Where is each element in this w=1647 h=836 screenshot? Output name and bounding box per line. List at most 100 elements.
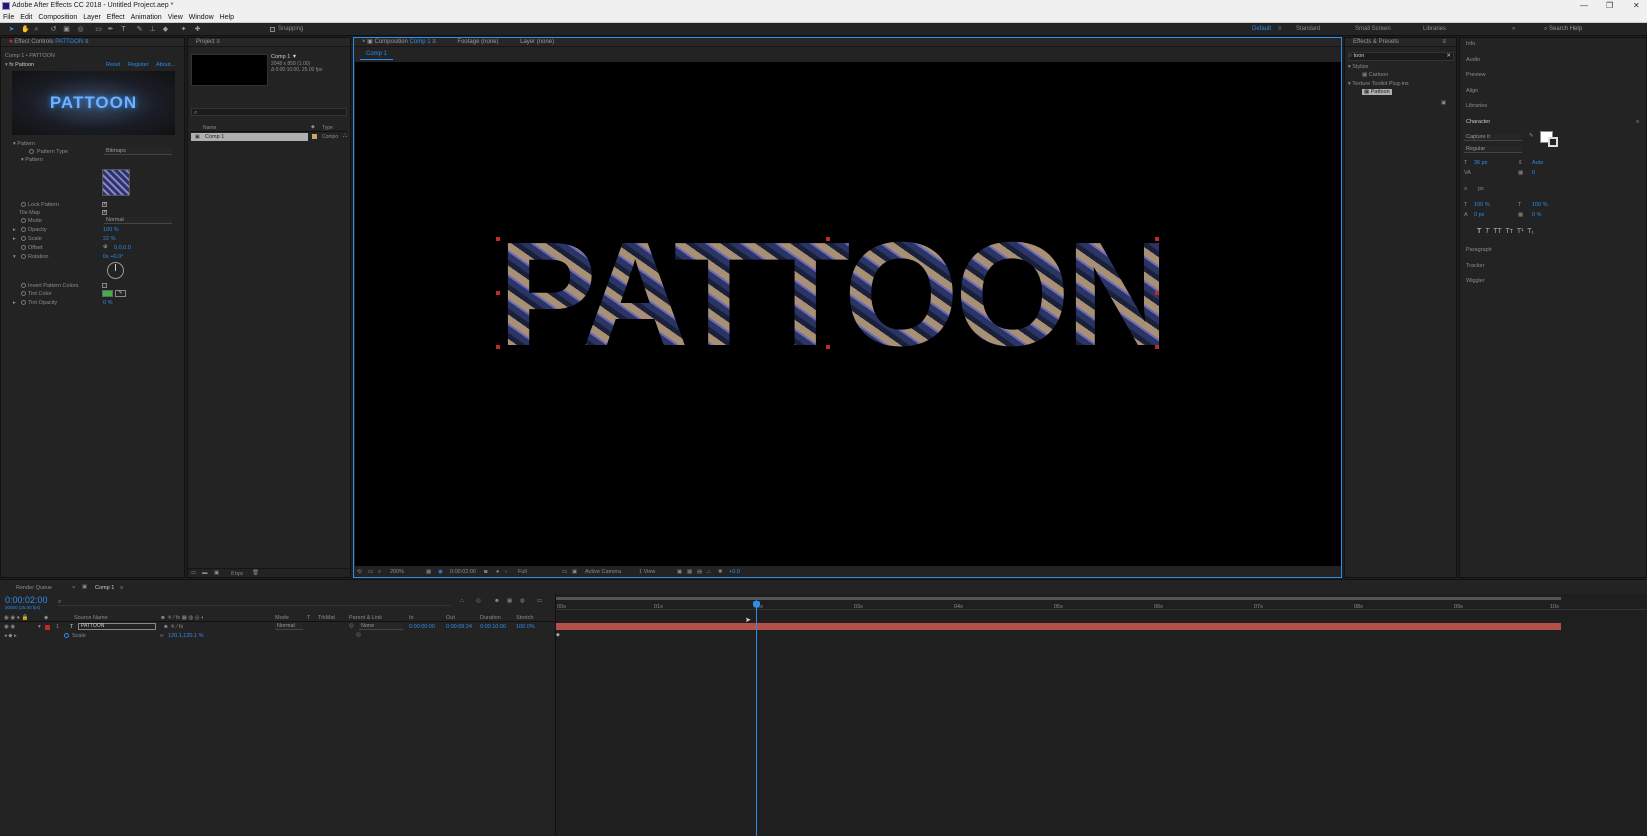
tracking-value[interactable]: 0 xyxy=(1532,170,1535,176)
menu-animation[interactable]: Animation xyxy=(131,14,162,21)
register-link[interactable]: Register xyxy=(128,62,148,68)
panel-menu-icon[interactable]: ≡ xyxy=(432,39,436,45)
pattern-subgroup[interactable]: ▾ Pattern xyxy=(21,157,43,163)
property-row-scale[interactable]: ◂ ◆ ▸ Scale ∞ 120.1,120.1 % ◎ xyxy=(0,632,555,640)
vertical-scale-value[interactable]: 100 % xyxy=(1474,202,1490,208)
effect-header[interactable]: ▾ fx Pattoon xyxy=(5,62,34,68)
close-tab-icon[interactable]: × xyxy=(72,585,75,591)
info-panel-tab[interactable]: Info xyxy=(1466,41,1475,47)
playhead-icon[interactable] xyxy=(753,601,760,607)
effects-presets-tab[interactable]: Effects & Presets ≡ xyxy=(1345,38,1456,47)
tracker-panel-tab[interactable]: Tracker xyxy=(1466,263,1484,269)
camera-tool-icon[interactable]: ▣ xyxy=(63,26,70,33)
transform-handle[interactable] xyxy=(1155,237,1159,241)
faux-styles[interactable]: T T TT Tт T¹ T₁ xyxy=(1477,228,1534,235)
show-channel-icon[interactable]: ● xyxy=(496,567,499,577)
clear-search-icon[interactable]: ✕ xyxy=(1446,53,1451,60)
label-icon[interactable]: ◆ xyxy=(44,615,48,621)
character-panel-tab[interactable]: Character xyxy=(1466,119,1490,125)
timeline-icon[interactable]: ▤ xyxy=(697,567,702,577)
link-icon[interactable]: ∞ xyxy=(160,633,164,639)
project-item-row[interactable]: ▣ Comp 1 Compo ⛬ xyxy=(191,133,347,141)
mode-dropdown[interactable]: Normal xyxy=(104,217,172,224)
region-of-interest-icon[interactable]: ▭ xyxy=(562,567,567,577)
frame-blending-icon[interactable]: ▦ xyxy=(507,598,512,604)
graph-editor-icon[interactable]: ▭ xyxy=(537,598,542,604)
roto-brush-tool-icon[interactable]: ✦ xyxy=(180,26,187,33)
tsume-value[interactable]: 0 % xyxy=(1532,212,1541,218)
stopwatch-icon[interactable] xyxy=(21,245,26,250)
label-color-swatch[interactable] xyxy=(45,625,50,630)
comp-name[interactable]: Comp 1 ▼ xyxy=(271,54,297,60)
eraser-tool-icon[interactable]: ◆ xyxy=(162,26,169,33)
effect-controls-tab[interactable]: ■ Effect Controls PATTOON ≡ xyxy=(1,38,184,47)
pick-whip-icon[interactable]: ◎ xyxy=(356,632,361,638)
flowchart-icon[interactable]: ⛬ xyxy=(707,567,711,577)
col-mode[interactable]: Mode xyxy=(275,615,289,621)
faux-bold-icon[interactable]: T xyxy=(1477,228,1481,235)
interpret-footage-icon[interactable]: ▭ xyxy=(191,570,196,576)
offset-value[interactable]: 0.0,0.0 xyxy=(114,245,131,251)
tile-map-checkbox[interactable]: ✓ xyxy=(102,210,107,215)
effect-pattoon[interactable]: ▦ Pattoon xyxy=(1362,89,1392,95)
workspace-standard[interactable]: Standard xyxy=(1296,26,1320,32)
bpc-label[interactable]: 8 bpc xyxy=(231,571,243,577)
shy-icon[interactable]: ☻ xyxy=(494,598,500,604)
font-style-dropdown[interactable]: Regular xyxy=(1464,146,1522,153)
pan-behind-tool-icon[interactable]: ◎ xyxy=(77,26,84,33)
category-texture-toolkit[interactable]: ▾ Texture Toolkit Plug-ins xyxy=(1348,81,1409,87)
stopwatch-icon[interactable] xyxy=(21,300,26,305)
pen-tool-icon[interactable]: ✒ xyxy=(107,26,114,33)
layer-stretch[interactable]: 100.0% xyxy=(516,624,535,630)
restore-icon[interactable]: ❐ xyxy=(1606,0,1613,12)
exposure-icon[interactable]: ✺ xyxy=(718,567,723,577)
font-family-dropdown[interactable]: Capture it xyxy=(1464,134,1522,141)
time-ruler[interactable]: 00s 01s 02s 03s 04s 05s 06s 07s 08s 09s … xyxy=(556,600,1647,610)
font-size-value[interactable]: 36 px xyxy=(1474,160,1487,166)
about-link[interactable]: About... xyxy=(156,62,175,68)
col-t[interactable]: T xyxy=(307,615,310,621)
category-stylize[interactable]: ▾ Stylize xyxy=(1348,64,1369,70)
layer-duration-bar[interactable] xyxy=(556,623,1561,630)
comp1-timeline-tab[interactable]: Comp 1 xyxy=(95,585,114,591)
always-preview-icon[interactable]: ⟲ xyxy=(357,567,362,577)
zoom-dropdown[interactable]: 200% xyxy=(390,567,404,577)
exposure-value[interactable]: +0.0 xyxy=(729,567,740,577)
paragraph-panel-tab[interactable]: Paragraph xyxy=(1466,247,1492,253)
keyframe-navigator-icon[interactable]: ◂ ◆ ▸ xyxy=(4,633,17,639)
project-search-input[interactable]: ⌕ xyxy=(191,108,347,116)
collapse-arrow-icon[interactable]: ▾ xyxy=(13,254,16,260)
tint-opacity-value[interactable]: 0 % xyxy=(103,300,112,306)
snapshot-icon[interactable]: ◙ xyxy=(484,567,487,577)
wiggler-panel-tab[interactable]: Wiggler xyxy=(1466,278,1485,284)
comp-subtab[interactable]: Comp 1 xyxy=(360,51,394,60)
layer-switches[interactable]: ☻ ✳ ⁄ fx xyxy=(163,624,183,630)
stopwatch-icon[interactable] xyxy=(29,149,34,154)
col-name[interactable]: Name xyxy=(203,125,216,131)
menu-file[interactable]: File xyxy=(3,14,14,21)
label-color-swatch[interactable] xyxy=(312,134,317,139)
transform-handle[interactable] xyxy=(496,291,500,295)
layer-name[interactable]: PATTOON xyxy=(78,623,156,630)
timeline-search-input[interactable]: ⌕ xyxy=(58,598,451,606)
transform-handle[interactable] xyxy=(496,237,500,241)
scale-value[interactable]: 22 % xyxy=(103,236,116,242)
panel-menu-icon[interactable]: ≡ xyxy=(120,585,123,591)
panel-menu-icon[interactable]: ≡ xyxy=(1636,119,1639,125)
invert-pattern-colors-checkbox[interactable] xyxy=(102,283,107,288)
libraries-panel-tab[interactable]: Libraries xyxy=(1466,103,1487,109)
eyedropper-icon[interactable]: ✎ xyxy=(115,290,126,297)
hand-tool-icon[interactable]: ✋ xyxy=(21,26,30,33)
opacity-value[interactable]: 100 % xyxy=(103,227,119,233)
timeline-graph-area[interactable]: 00s 01s 02s 03s 04s 05s 06s 07s 08s 09s … xyxy=(555,594,1647,836)
menu-window[interactable]: Window xyxy=(189,14,214,21)
footage-tab[interactable]: Footage (none) xyxy=(457,39,498,45)
render-queue-tab[interactable]: Render Queue xyxy=(16,585,52,591)
stopwatch-icon[interactable] xyxy=(21,202,26,207)
clone-stamp-tool-icon[interactable]: ⊥ xyxy=(149,26,156,33)
project-tab[interactable]: Project ≡ xyxy=(188,38,350,47)
stopwatch-icon[interactable] xyxy=(21,283,26,288)
transform-handle[interactable] xyxy=(1155,345,1159,349)
rotation-value[interactable]: 0x +0.0° xyxy=(103,254,123,260)
draft-3d-icon[interactable]: ◎ xyxy=(476,598,481,604)
